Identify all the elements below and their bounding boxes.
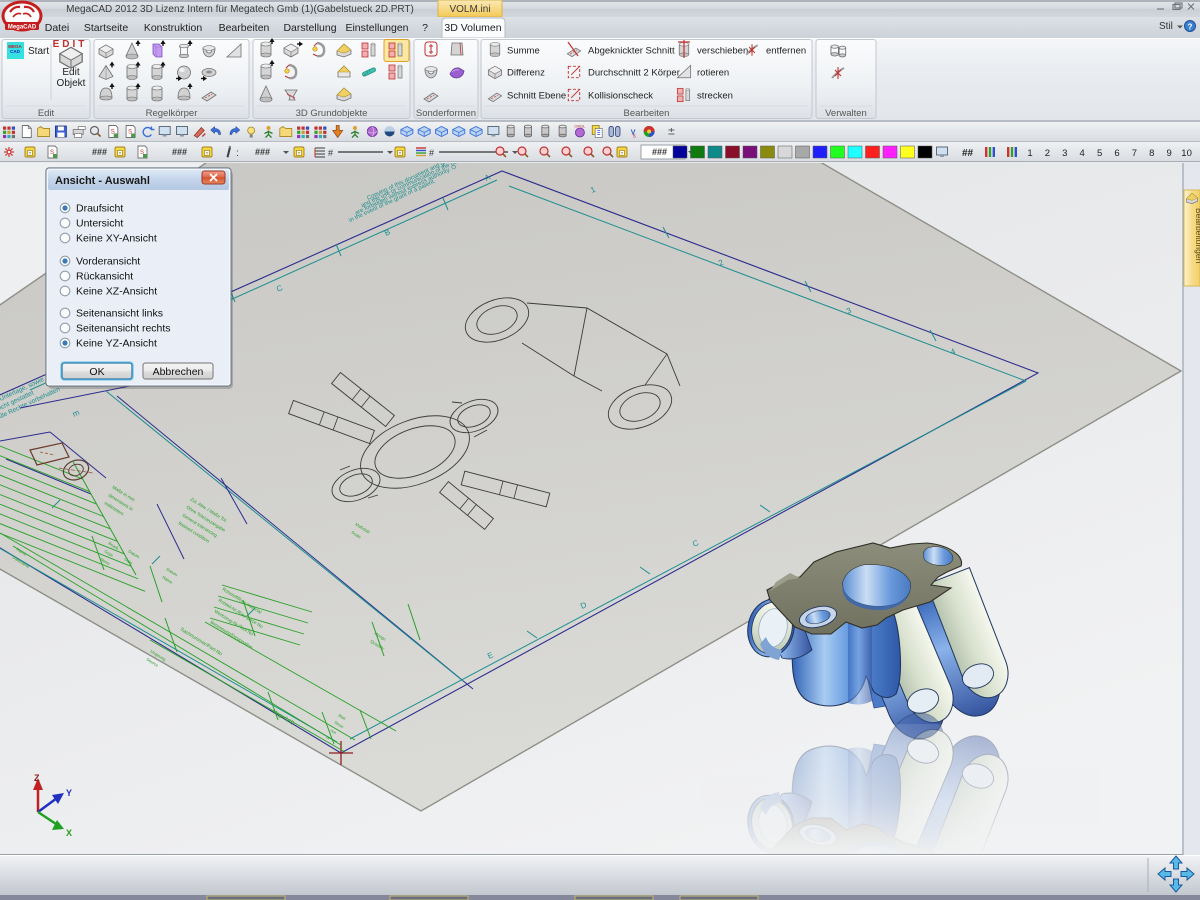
- svg-text:###: ###: [652, 147, 667, 157]
- svg-text:Einstellungen: Einstellungen: [345, 22, 408, 34]
- svg-text:#: #: [328, 148, 333, 158]
- svg-text:VOLM.ini: VOLM.ini: [449, 4, 490, 15]
- svg-text:OK: OK: [89, 366, 104, 378]
- svg-text:3D Volumen: 3D Volumen: [444, 22, 501, 34]
- svg-text:###: ###: [92, 147, 107, 157]
- svg-text:8: 8: [1149, 148, 1154, 159]
- svg-text:Sonderformen: Sonderformen: [416, 108, 476, 119]
- svg-text:Verwalten: Verwalten: [825, 108, 867, 119]
- svg-text:5: 5: [1097, 148, 1102, 159]
- svg-text:OPGL: OPGL: [574, 124, 586, 129]
- svg-text:4: 4: [1080, 148, 1085, 159]
- svg-text:Ansicht - Auswahl: Ansicht - Auswahl: [55, 175, 150, 187]
- svg-text:Objekt: Objekt: [57, 78, 86, 89]
- svg-text:Start: Start: [28, 46, 49, 57]
- svg-text:strecken: strecken: [697, 91, 733, 102]
- svg-text:###: ###: [172, 147, 187, 157]
- svg-text:entfernen: entfernen: [766, 46, 806, 57]
- svg-text:Y: Y: [66, 788, 72, 798]
- svg-text:Abbrechen: Abbrechen: [153, 366, 204, 378]
- svg-text:Durchschnitt 2 Körper: Durchschnitt 2 Körper: [588, 68, 680, 79]
- svg-text:Bearbeitungen: Bearbeitungen: [1194, 208, 1200, 264]
- svg-text:?: ?: [1188, 23, 1193, 32]
- svg-text:###: ###: [255, 147, 270, 157]
- svg-text:9: 9: [1167, 148, 1172, 159]
- svg-text:10: 10: [1181, 148, 1192, 159]
- svg-text:T: T: [119, 151, 122, 156]
- svg-text:Edit: Edit: [38, 108, 55, 119]
- svg-text:X: X: [66, 828, 72, 838]
- svg-text:T: T: [206, 151, 209, 156]
- svg-text:verschieben: verschieben: [697, 46, 748, 57]
- svg-text:T: T: [621, 151, 624, 156]
- svg-text:1: 1: [1027, 148, 1032, 159]
- svg-text:T: T: [298, 151, 301, 156]
- svg-text:Datei: Datei: [45, 22, 70, 34]
- svg-text:Bearbeiten: Bearbeiten: [624, 108, 670, 119]
- svg-text:Summe: Summe: [507, 46, 540, 57]
- svg-text:##: ##: [962, 148, 974, 159]
- svg-text:s: s: [633, 134, 636, 140]
- svg-text:Darstellung: Darstellung: [283, 22, 336, 34]
- svg-text:Edit: Edit: [62, 67, 79, 78]
- svg-text:MegaCAD 2012 3D Lizenz Intern: MegaCAD 2012 3D Lizenz Intern für Megate…: [66, 4, 414, 15]
- svg-text:T: T: [399, 151, 402, 156]
- svg-text:T: T: [29, 151, 32, 156]
- svg-text:Abgeknickter Schnitt: Abgeknickter Schnitt: [588, 46, 675, 57]
- svg-text:Z: Z: [34, 773, 40, 783]
- svg-text:Startseite: Startseite: [84, 22, 129, 34]
- svg-text:Keine YZ-Ansicht: Keine YZ-Ansicht: [76, 338, 157, 350]
- svg-text:CAD: CAD: [10, 49, 20, 54]
- svg-text:Bearbeiten: Bearbeiten: [219, 22, 270, 34]
- svg-text:Konstruktion: Konstruktion: [144, 22, 203, 34]
- svg-text:Untersicht: Untersicht: [76, 218, 123, 230]
- svg-text:3D Grundobjekte: 3D Grundobjekte: [296, 108, 368, 119]
- svg-text:Draufsicht: Draufsicht: [76, 203, 123, 215]
- svg-text:6: 6: [1114, 148, 1119, 159]
- svg-text:Rückansicht: Rückansicht: [76, 271, 133, 283]
- svg-text:MegaCAD: MegaCAD: [8, 25, 37, 31]
- svg-text:Stil: Stil: [1159, 21, 1173, 32]
- svg-text:?: ?: [422, 22, 428, 34]
- svg-text:Seitenansicht rechts: Seitenansicht rechts: [76, 323, 171, 335]
- svg-text:Keine XY-Ansicht: Keine XY-Ansicht: [76, 233, 157, 245]
- svg-text:Vorderansicht: Vorderansicht: [76, 256, 140, 268]
- svg-text:Keine XZ-Ansicht: Keine XZ-Ansicht: [76, 286, 157, 298]
- svg-text:#: #: [429, 148, 434, 158]
- svg-text:2: 2: [1045, 148, 1050, 159]
- svg-text:Regelkörper: Regelkörper: [146, 108, 198, 119]
- svg-text:Seitenansicht links: Seitenansicht links: [76, 308, 163, 320]
- svg-text::: :: [236, 148, 239, 159]
- svg-text:7: 7: [1132, 148, 1137, 159]
- svg-text:Differenz: Differenz: [507, 68, 545, 79]
- svg-text:Schnitt Ebene: Schnitt Ebene: [507, 91, 566, 102]
- svg-text:rotieren: rotieren: [697, 68, 729, 79]
- svg-text:3: 3: [1062, 148, 1067, 159]
- svg-text:Kollisionscheck: Kollisionscheck: [588, 91, 653, 102]
